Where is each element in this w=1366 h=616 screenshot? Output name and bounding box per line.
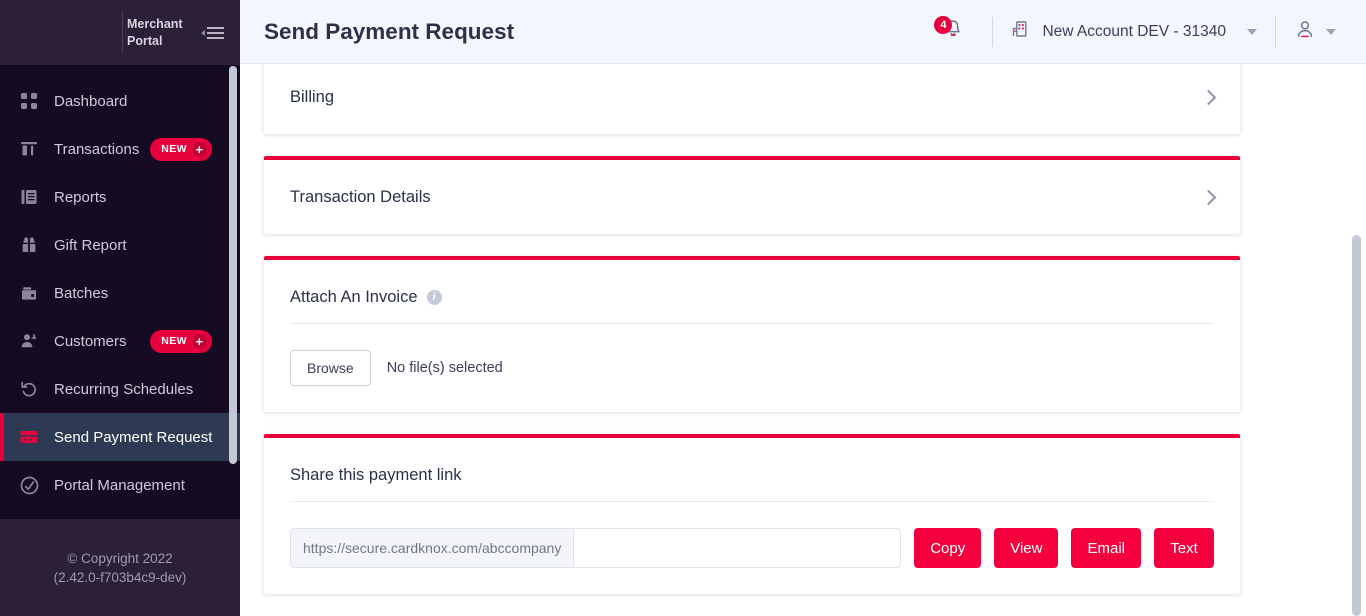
sidebar-item-label: Customers <box>54 332 127 350</box>
copy-button[interactable]: Copy <box>914 528 982 568</box>
sidebar-scrollbar[interactable] <box>229 66 237 464</box>
new-badge-label: NEW <box>161 143 187 155</box>
credit-card-icon <box>18 426 40 448</box>
user-avatar-icon <box>1294 18 1316 45</box>
sidebar-nav: Dashboard Transactions NEW + Reports Gif… <box>0 65 240 520</box>
sidebar: Merchant Portal Dashboard Transactions N… <box>0 0 240 616</box>
main-area: Send Payment Request 4 New Account DEV -… <box>240 0 1366 616</box>
batches-icon <box>18 282 40 304</box>
new-badge-label: NEW <box>161 335 187 347</box>
sidebar-item-label: Dashboard <box>54 92 128 110</box>
divider <box>1275 16 1276 47</box>
reports-icon <box>18 186 40 208</box>
transactions-icon <box>18 138 40 160</box>
notification-count-badge: 4 <box>934 15 953 34</box>
collapse-menu-icon[interactable] <box>201 26 224 39</box>
sidebar-item-label: Batches <box>54 284 109 302</box>
file-upload-row: Browse No file(s) selected <box>290 350 503 386</box>
sidebar-footer: © Copyright 2022 (2.42.0-f703b4c9-dev) <box>0 520 240 616</box>
share-link-title: Share this payment link <box>290 466 462 484</box>
transaction-details-card-header[interactable]: Transaction Details <box>264 160 1240 234</box>
sidebar-item-customers[interactable]: Customers NEW + <box>0 317 240 365</box>
sidebar-item-reports[interactable]: Reports <box>0 173 240 221</box>
sidebar-header: Merchant Portal <box>0 0 240 65</box>
copyright-text: © Copyright 2022 <box>67 551 173 566</box>
collapse-arrow-icon <box>201 29 205 36</box>
app-root: Merchant Portal Dashboard Transactions N… <box>0 0 1366 616</box>
chevron-right-icon <box>1200 89 1217 105</box>
main-scrollbar[interactable] <box>1352 235 1361 616</box>
sidebar-item-dashboard[interactable]: Dashboard <box>0 77 240 125</box>
share-link-body: https://secure.cardknox.com/abccompany C… <box>264 502 1240 594</box>
new-badge[interactable]: NEW + <box>150 329 212 353</box>
file-status-text: No file(s) selected <box>386 360 503 376</box>
brand-title: Merchant Portal <box>127 16 183 48</box>
user-menu[interactable] <box>1294 18 1336 45</box>
top-bar: Send Payment Request 4 New Account DEV -… <box>240 0 1366 64</box>
share-payment-link-card: Share this payment link https://secure.c… <box>264 434 1240 594</box>
attach-invoice-header: Attach An Invoice i <box>264 260 1240 323</box>
share-link-header: Share this payment link <box>264 438 1240 501</box>
billing-card-title: Billing <box>290 87 335 106</box>
payment-link-input[interactable] <box>573 528 902 568</box>
text-button[interactable]: Text <box>1154 528 1214 568</box>
customers-icon <box>18 330 40 352</box>
sidebar-item-batches[interactable]: Batches <box>0 269 240 317</box>
billing-card[interactable]: Billing <box>264 64 1240 134</box>
transaction-details-card[interactable]: Transaction Details <box>264 156 1240 234</box>
new-badge[interactable]: NEW + <box>150 137 212 161</box>
content-scroll-area: Billing Transaction Details Attach An In… <box>240 64 1366 616</box>
notifications-button[interactable]: 4 <box>932 15 974 49</box>
chevron-right-icon <box>1200 189 1217 205</box>
divider <box>992 16 994 47</box>
gift-icon <box>18 234 40 256</box>
version-text: (2.42.0-f703b4c9-dev) <box>53 570 187 585</box>
sidebar-item-label: Recurring Schedules <box>54 380 194 398</box>
attach-invoice-card: Attach An Invoice i Browse No file(s) se… <box>264 256 1240 412</box>
sidebar-item-label: Transactions <box>54 140 140 158</box>
attach-invoice-body: Browse No file(s) selected <box>264 324 1240 412</box>
sidebar-item-label: Portal Management <box>54 476 185 494</box>
sidebar-item-recurring-schedules[interactable]: Recurring Schedules <box>0 365 240 413</box>
browse-button[interactable]: Browse <box>290 350 371 386</box>
chevron-down-icon <box>1326 28 1336 35</box>
billing-card-header[interactable]: Billing <box>264 64 1240 134</box>
share-action-buttons: Copy View Email Text <box>914 528 1214 568</box>
sidebar-item-send-payment-request[interactable]: Send Payment Request <box>0 413 240 461</box>
email-button[interactable]: Email <box>1071 528 1141 568</box>
account-name: New Account DEV - 31340 <box>1042 22 1226 40</box>
chevron-down-icon <box>1247 28 1257 35</box>
view-button[interactable]: View <box>994 528 1059 568</box>
dashboard-grid-icon <box>18 90 40 112</box>
building-icon <box>1011 19 1031 44</box>
portal-management-icon <box>18 474 40 496</box>
plus-icon: + <box>192 333 207 349</box>
info-icon[interactable]: i <box>426 290 442 305</box>
sidebar-divider <box>0 519 240 520</box>
sidebar-item-label: Send Payment Request <box>54 428 213 446</box>
topbar-right: 4 New Account DEV - 31340 <box>932 15 1336 49</box>
sidebar-item-portal-management[interactable]: Portal Management <box>0 461 240 509</box>
recurring-icon <box>18 378 40 400</box>
sidebar-item-label: Reports <box>54 188 107 206</box>
hamburger-bars-icon <box>207 26 224 39</box>
url-prefix-label: https://secure.cardknox.com/abccompany <box>290 528 574 568</box>
plus-icon: + <box>192 141 207 157</box>
payment-link-input-group: https://secure.cardknox.com/abccompany <box>290 528 902 568</box>
sidebar-item-transactions[interactable]: Transactions NEW + <box>0 125 240 173</box>
transaction-details-card-title: Transaction Details <box>290 187 431 206</box>
attach-invoice-title: Attach An Invoice <box>290 288 418 306</box>
account-selector[interactable]: New Account DEV - 31340 <box>1011 19 1257 44</box>
sidebar-item-gift-report[interactable]: Gift Report <box>0 221 240 269</box>
sidebar-item-label: Gift Report <box>54 236 127 254</box>
page-title: Send Payment Request <box>264 18 515 44</box>
